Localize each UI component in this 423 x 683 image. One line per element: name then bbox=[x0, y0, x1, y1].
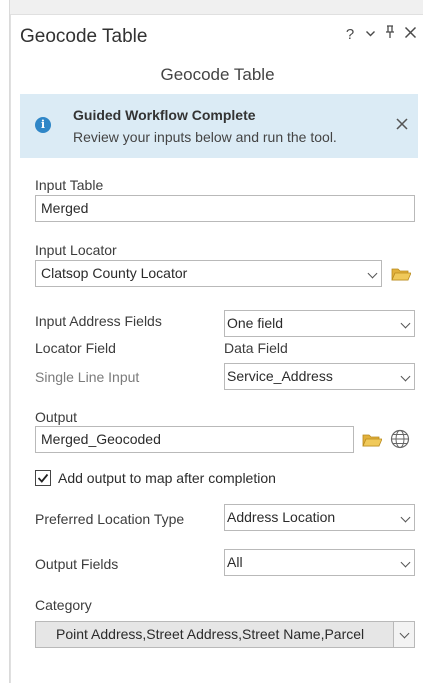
tool-title: Geocode Table bbox=[160, 65, 275, 84]
input-locator-label: Input Locator bbox=[35, 242, 117, 258]
address-fields-value: One field bbox=[227, 315, 284, 331]
chevron-down-icon bbox=[367, 268, 378, 279]
locator-field-header: Locator Field bbox=[35, 340, 116, 356]
chevron-down-icon bbox=[400, 557, 411, 568]
globe-icon[interactable] bbox=[390, 429, 410, 454]
preferred-location-label: Preferred Location Type bbox=[35, 511, 185, 527]
input-table-label: Input Table bbox=[35, 177, 104, 193]
chevron-down-icon bbox=[400, 318, 411, 329]
preferred-location-dropdown[interactable]: Address Location bbox=[224, 504, 415, 531]
help-icon[interactable]: ? bbox=[344, 25, 356, 45]
preferred-location-value: Address Location bbox=[227, 509, 336, 525]
single-line-input-value: Service_Address bbox=[227, 368, 333, 384]
output-label: Output bbox=[35, 409, 78, 425]
output-fields-label: Output Fields bbox=[35, 556, 119, 572]
input-table-field[interactable]: Merged bbox=[35, 195, 415, 222]
add-to-map-checkbox[interactable] bbox=[35, 470, 51, 486]
pane-menu-chevron-icon[interactable] bbox=[364, 25, 376, 45]
pin-icon[interactable] bbox=[384, 25, 396, 45]
chevron-down-icon bbox=[399, 628, 410, 639]
input-locator-value: Clatsop County Locator bbox=[41, 265, 188, 281]
category-dropdown-button[interactable] bbox=[393, 622, 414, 647]
single-line-input-dropdown[interactable]: Service_Address bbox=[224, 363, 415, 390]
geoprocessing-pane: Geocode Table ? Geocode Table i Guided W… bbox=[10, 14, 423, 683]
pane-controls: ? bbox=[344, 25, 417, 45]
address-fields-dropdown[interactable]: One field bbox=[224, 310, 415, 337]
chevron-down-icon bbox=[400, 512, 411, 523]
workflow-complete-banner: i Guided Workflow Complete Review your i… bbox=[20, 94, 418, 158]
left-edge-strip bbox=[0, 0, 10, 683]
output-fields-dropdown[interactable]: All bbox=[224, 549, 415, 576]
single-line-input-label: Single Line Input bbox=[35, 369, 140, 385]
category-label: Category bbox=[35, 597, 92, 613]
output-field[interactable]: Merged_Geocoded bbox=[35, 426, 354, 453]
banner-message: Review your inputs below and run the too… bbox=[73, 129, 337, 145]
add-to-map-label[interactable]: Add output to map after completion bbox=[58, 470, 276, 486]
banner-title: Guided Workflow Complete bbox=[73, 107, 256, 123]
output-fields-value: All bbox=[227, 554, 243, 570]
checkmark-icon bbox=[37, 473, 49, 483]
category-value: Point Address,Street Address,Street Name… bbox=[56, 626, 365, 642]
close-pane-icon[interactable] bbox=[404, 25, 417, 45]
banner-close-icon[interactable] bbox=[392, 114, 412, 135]
browse-locator-folder-icon[interactable] bbox=[391, 266, 412, 287]
category-dropdown[interactable]: Point Address,Street Address,Street Name… bbox=[35, 621, 415, 648]
info-icon: i bbox=[35, 117, 51, 133]
input-locator-dropdown[interactable]: Clatsop County Locator bbox=[35, 260, 382, 287]
data-field-header: Data Field bbox=[224, 340, 288, 356]
pane-title: Geocode Table bbox=[20, 26, 148, 47]
chevron-down-icon bbox=[400, 371, 411, 382]
browse-output-folder-icon[interactable] bbox=[362, 432, 383, 453]
address-fields-label: Input Address Fields bbox=[35, 313, 162, 329]
